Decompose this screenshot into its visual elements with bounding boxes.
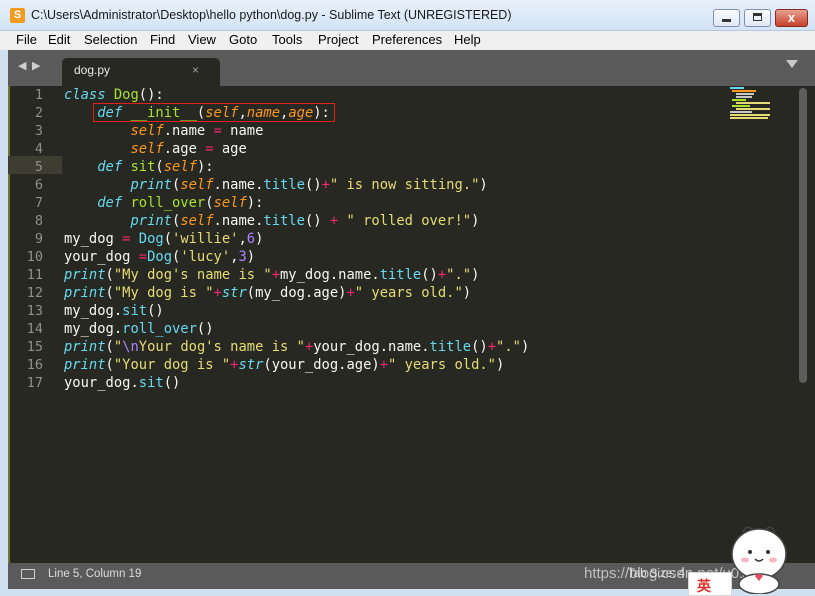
line-number: 17 (26, 375, 43, 391)
code-line[interactable]: 17 your_dog.sit() (8, 374, 798, 392)
sublime-text-icon: S (10, 8, 25, 23)
menu-preferences[interactable]: Preferences (372, 32, 442, 47)
code-line[interactable]: 3 self.name = name (8, 122, 798, 140)
code-line[interactable]: 1 class Dog(): (8, 86, 798, 104)
minimap-line (736, 96, 752, 98)
line-code: def sit(self): (97, 159, 214, 175)
line-code: print("My dog's name is "+my_dog.name.ti… (64, 267, 480, 283)
minimap-line (732, 99, 746, 101)
menu-project[interactable]: Project (318, 32, 358, 47)
line-number: 11 (26, 267, 43, 283)
line-code: print("\nYour dog's name is "+your_dog.n… (64, 339, 530, 355)
line-number: 9 (34, 231, 43, 247)
line-code: def roll_over(self): (97, 195, 264, 211)
mascot-sticker-icon (731, 526, 787, 594)
line-number: 5 (34, 159, 43, 175)
ime-indicator[interactable]: 英 (688, 572, 732, 596)
code-line[interactable]: 15 print("\nYour dog's name is "+your_dog… (8, 338, 798, 356)
code-line[interactable]: 13 my_dog.sit() (8, 302, 798, 320)
line-number: 10 (26, 249, 43, 265)
line-number: 1 (34, 87, 43, 103)
line-number: 13 (26, 303, 43, 319)
menu-selection[interactable]: Selection (84, 32, 137, 47)
minimap-line (732, 90, 756, 92)
code-line[interactable]: 11 print("My dog's name is "+my_dog.name.… (8, 266, 798, 284)
close-window-button[interactable]: x (775, 9, 808, 27)
code-line[interactable]: 5 def sit(self): (8, 158, 798, 176)
maximize-icon (753, 13, 762, 21)
tab-close-icon[interactable]: × (192, 63, 199, 77)
line-code: my_dog.sit() (64, 303, 164, 319)
minimap-line (736, 102, 770, 104)
menu-file[interactable]: File (16, 32, 37, 47)
minimap-line (736, 108, 770, 110)
line-number: 2 (34, 105, 43, 121)
line-code: print("Your dog is "+str(your_dog.age)+"… (64, 357, 505, 373)
menu-tools[interactable]: Tools (272, 32, 302, 47)
maximize-button[interactable] (744, 9, 771, 27)
code-editor[interactable]: 1 class Dog(): 2 def __init__(self,name,ag… (8, 86, 815, 563)
tab-bar: ◀ ▶ dog.py × (8, 50, 815, 86)
line-code: print(self.name.title()+" is now sitting… (130, 177, 488, 193)
code-line[interactable]: 8 print(self.name.title() + " rolled ove… (8, 212, 798, 230)
menu-help[interactable]: Help (454, 32, 481, 47)
window-title: C:\Users\Administrator\Desktop\hello pyt… (31, 8, 512, 22)
minimize-button[interactable] (713, 9, 740, 27)
line-number: 15 (26, 339, 43, 355)
line-code: self.age = age (130, 141, 247, 157)
line-number: 7 (34, 195, 43, 211)
minimap-line (730, 111, 752, 113)
close-icon: x (787, 10, 796, 25)
line-code: my_dog = Dog('willie',6) (64, 231, 264, 247)
tab-scroll-left-icon[interactable]: ◀ (18, 59, 26, 72)
code-line[interactable]: 12 print("My dog is "+str(my_dog.age)+" y… (8, 284, 798, 302)
vertical-scrollbar[interactable] (799, 88, 807, 383)
menu-view[interactable]: View (188, 32, 216, 47)
tab-dropdown-icon[interactable] (786, 60, 798, 68)
line-number: 16 (26, 357, 43, 373)
line-code: your_dog =Dog('lucy',3) (64, 249, 256, 265)
line-code: your_dog.sit() (64, 375, 181, 391)
code-line[interactable]: 10 your_dog =Dog('lucy',3) (8, 248, 798, 266)
line-code: print(self.name.title() + " rolled over!… (130, 213, 480, 229)
panel-toggle-icon[interactable] (21, 569, 35, 579)
minimap-line (736, 93, 754, 95)
line-number: 4 (34, 141, 43, 157)
line-number: 8 (34, 213, 43, 229)
line-code: class Dog(): (64, 87, 164, 103)
code-line[interactable]: 16 print("Your dog is "+str(your_dog.age)… (8, 356, 798, 374)
line-code: print("My dog is "+str(my_dog.age)+" yea… (64, 285, 472, 301)
line-number: 6 (34, 177, 43, 193)
line-number: 3 (34, 123, 43, 139)
code-line[interactable]: 4 self.age = age (8, 140, 798, 158)
code-line[interactable]: 14 my_dog.roll_over() (8, 320, 798, 338)
minimap-line (730, 117, 768, 119)
window-titlebar: S C:\Users\Administrator\Desktop\hello p… (0, 0, 815, 31)
line-code: my_dog.roll_over() (64, 321, 214, 337)
tab-scroll-right-icon[interactable]: ▶ (32, 59, 40, 72)
menu-find[interactable]: Find (150, 32, 175, 47)
minimize-icon (722, 19, 731, 22)
code-line[interactable]: 9 my_dog = Dog('willie',6) (8, 230, 798, 248)
minimap-line (730, 114, 770, 116)
minimap-line (730, 87, 744, 89)
line-code: self.name = name (130, 123, 264, 139)
code-line[interactable]: 6 print(self.name.title()+" is now sitti… (8, 176, 798, 194)
tab-dog-py[interactable]: dog.py × (62, 58, 220, 86)
menu-edit[interactable]: Edit (48, 32, 70, 47)
tab-label: dog.py (74, 63, 111, 77)
menu-bar: File Edit Selection Find View Goto Tools… (0, 31, 815, 50)
code-line[interactable]: 7 def roll_over(self): (8, 194, 798, 212)
minimap-line (732, 105, 750, 107)
ime-label: 英 (697, 578, 711, 594)
cursor-position: Line 5, Column 19 (48, 568, 142, 580)
annotation-highlight-box (93, 103, 335, 122)
minimap[interactable] (720, 86, 790, 120)
menu-goto[interactable]: Goto (229, 32, 257, 47)
line-number: 14 (26, 321, 43, 337)
line-number: 12 (26, 285, 43, 301)
